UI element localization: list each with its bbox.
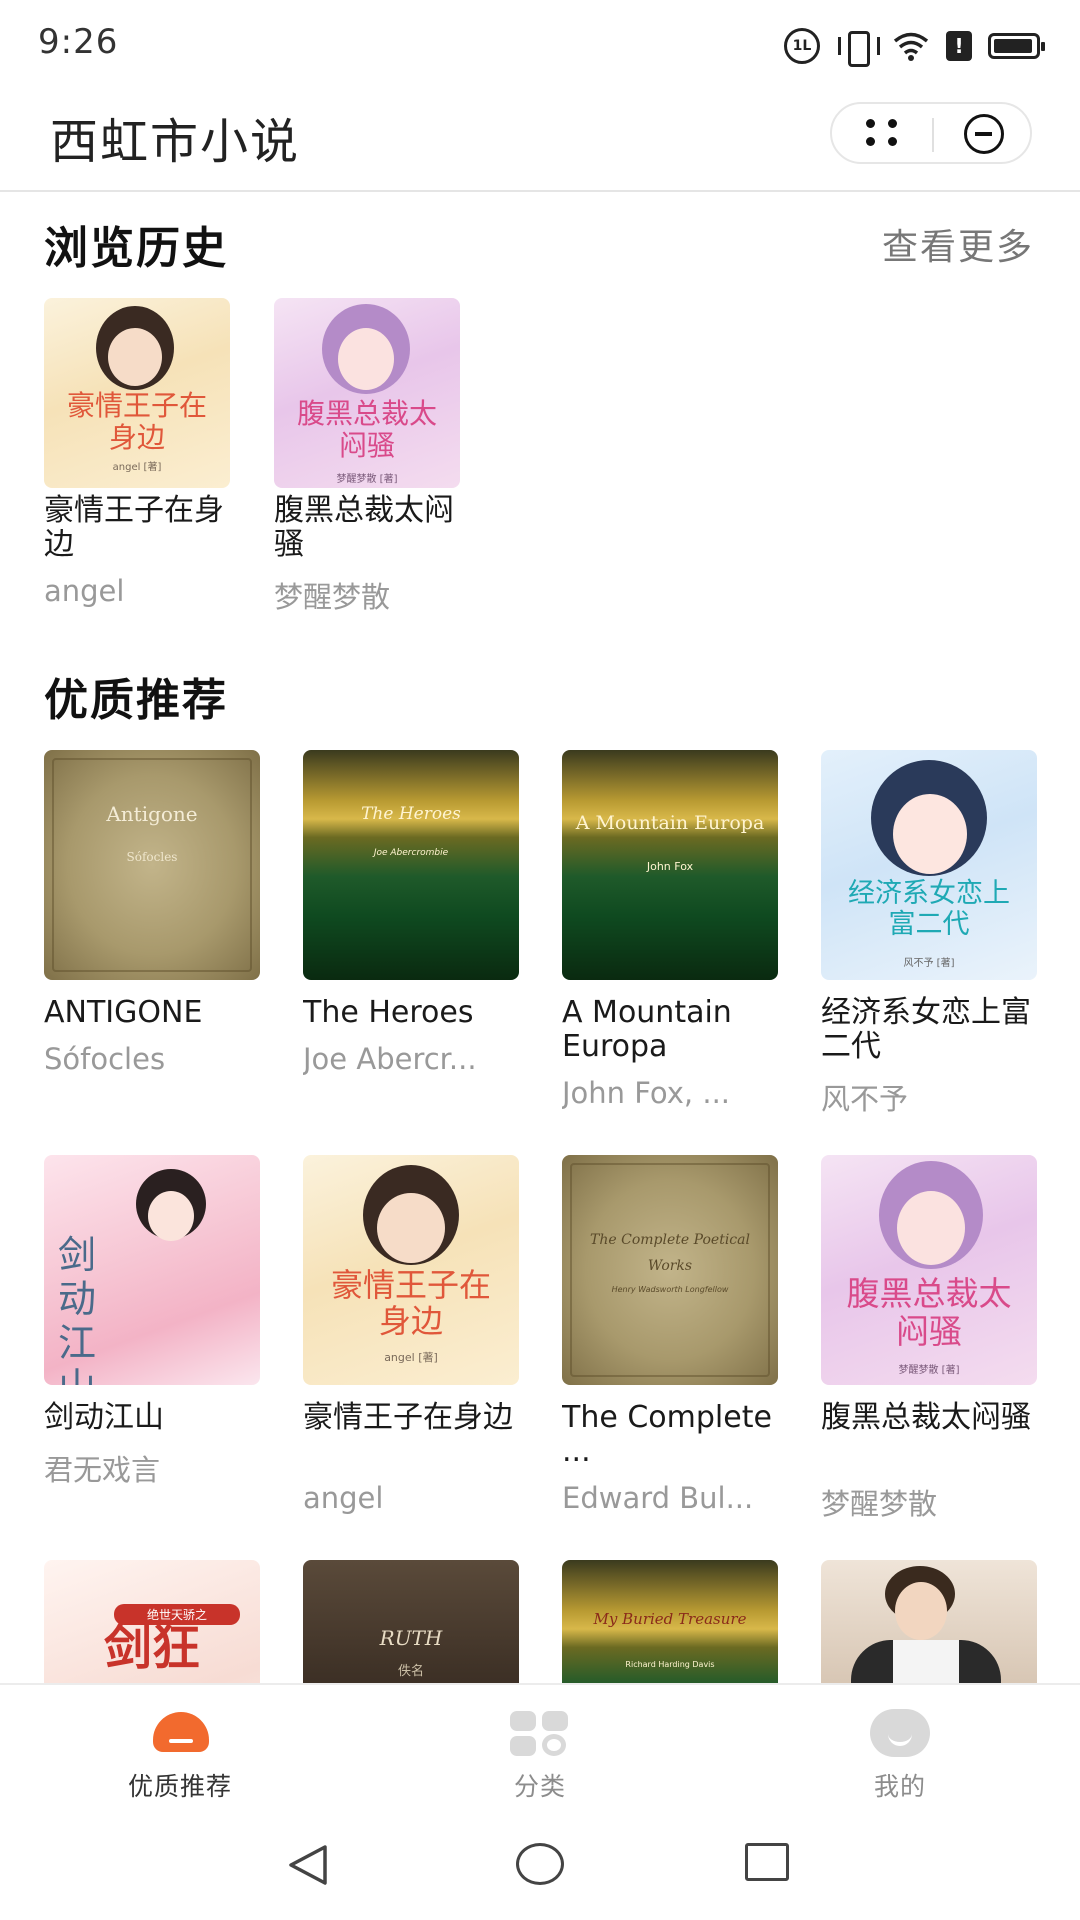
bottom-tab-bar: 优质推荐 分类 我的 — [0, 1683, 1080, 1813]
recommend-book-card[interactable]: Antigone Sófocles ANTIGONE Sófocles — [44, 750, 260, 1120]
book-title: 经济系女恋上富二代 — [821, 996, 1031, 1064]
alert-icon: ! — [946, 31, 972, 61]
book-cover — [821, 1560, 1037, 1683]
book-title: The Complete ... — [562, 1401, 772, 1469]
book-cover: A Mountain Europa John Fox — [562, 750, 778, 980]
book-title: 豪情王子在身边 — [303, 1401, 513, 1435]
book-author: 君无戏言 — [44, 1453, 161, 1487]
book-author: 梦醒梦散 — [821, 1487, 938, 1521]
tab-label: 我的 — [873, 1772, 926, 1801]
book-author: angel — [44, 574, 125, 608]
book-cover: 经济系女恋上富二代 风不予 [著] — [821, 750, 1037, 980]
history-section-title: 浏览历史 — [44, 223, 228, 274]
book-cover: RUTH 佚名 — [303, 1560, 519, 1683]
history-book-card[interactable]: 豪情王子在身边 angel [著] 豪情王子在身边 angel — [44, 298, 230, 608]
home-circle-icon[interactable] — [516, 1843, 564, 1885]
recommend-book-card[interactable]: 绝世天骄之 剑狂 — [44, 1560, 260, 1683]
book-author: Sófocles — [44, 1042, 166, 1076]
tab-category[interactable]: 分类 — [360, 1685, 720, 1815]
app-title: 西虹市小说 — [50, 114, 301, 170]
recommend-book-card[interactable]: The Heroes Joe Abercrombie The Heroes Jo… — [303, 750, 519, 1120]
book-title: A Mountain Europa — [562, 996, 732, 1064]
book-cover: Antigone Sófocles — [44, 750, 260, 980]
book-cover: The Heroes Joe Abercrombie — [303, 750, 519, 980]
wifi-icon — [892, 31, 930, 61]
book-author: 风不予 — [821, 1082, 909, 1116]
back-icon[interactable] — [285, 1843, 329, 1887]
recommend-book-card[interactable]: RUTH 佚名 — [303, 1560, 519, 1683]
nav-header: 西虹市小说 — [0, 92, 1080, 192]
app-screen: 9:26 1L ! 西虹市小说 浏览历史 查看更多 豪情王子在身边 angel … — [0, 0, 1080, 1920]
book-cover: My Buried Treasure Richard Harding Davis — [562, 1560, 778, 1683]
recommend-book-card[interactable]: 剑动江山 剑动江山 君无戏言 — [44, 1155, 260, 1525]
status-time: 9:26 — [38, 22, 119, 62]
book-cover: 豪情王子在身边 angel [著] — [303, 1155, 519, 1385]
more-dots-icon[interactable] — [832, 104, 932, 162]
recommend-book-card[interactable]: The Complete Poetical Works Henry Wadswo… — [562, 1155, 778, 1525]
book-cover: 绝世天骄之 剑狂 — [44, 1560, 260, 1683]
recommend-book-card[interactable]: 腹黑总裁太闷骚 梦醒梦散 [著] 腹黑总裁太闷骚 梦醒梦散 — [821, 1155, 1037, 1525]
recommend-book-card[interactable]: 豪情王子在身边 angel [著] 豪情王子在身边 angel — [303, 1155, 519, 1525]
recommend-book-card[interactable]: 经济系女恋上富二代 风不予 [著] 经济系女恋上富二代 风不予 — [821, 750, 1037, 1120]
category-tab-icon — [510, 1711, 570, 1757]
recommend-book-card[interactable]: My Buried Treasure Richard Harding Davis — [562, 1560, 778, 1683]
history-book-card[interactable]: 腹黑总裁太闷骚 梦醒梦散 [著] 腹黑总裁太闷骚 梦醒梦散 — [274, 298, 460, 614]
recommend-section-title: 优质推荐 — [44, 675, 228, 726]
sim-icon: 1L — [784, 28, 820, 64]
book-author: John Fox, ... — [562, 1076, 731, 1110]
book-cover: 豪情王子在身边 angel [著] — [44, 298, 230, 488]
book-cover: 剑动江山 — [44, 1155, 260, 1385]
tab-profile[interactable]: 我的 — [720, 1685, 1080, 1815]
book-author: angel — [303, 1481, 384, 1515]
book-title: 豪情王子在身边 — [44, 494, 224, 562]
status-bar: 9:26 1L ! — [0, 0, 1080, 92]
book-cover: The Complete Poetical Works Henry Wadswo… — [562, 1155, 778, 1385]
tab-label: 分类 — [513, 1772, 566, 1801]
vibrate-icon — [836, 31, 880, 67]
recommend-book-card[interactable] — [821, 1560, 1037, 1683]
status-icons: 1L ! — [784, 28, 1045, 67]
book-author: Edward Bul... — [562, 1481, 754, 1515]
battery-icon — [988, 33, 1045, 59]
recent-apps-icon[interactable] — [745, 1843, 789, 1881]
home-tab-icon — [153, 1712, 209, 1752]
system-nav-bar — [0, 1813, 1080, 1920]
close-circle-icon[interactable] — [934, 104, 1032, 162]
tab-label: 优质推荐 — [127, 1772, 232, 1801]
mini-program-capsule — [830, 102, 1032, 164]
view-more-link[interactable]: 查看更多 — [882, 218, 1034, 270]
book-cover: 腹黑总裁太闷骚 梦醒梦散 [著] — [821, 1155, 1037, 1385]
tab-recommend[interactable]: 优质推荐 — [0, 1685, 360, 1815]
book-author: Joe Abercr... — [303, 1042, 477, 1076]
recommend-book-card[interactable]: A Mountain Europa John Fox A Mountain Eu… — [562, 750, 778, 1120]
book-author: 梦醒梦散 — [274, 580, 391, 614]
book-title: 腹黑总裁太闷骚 — [274, 494, 454, 562]
profile-tab-icon — [870, 1709, 930, 1757]
book-title: 腹黑总裁太闷骚 — [821, 1401, 1031, 1435]
book-cover: 腹黑总裁太闷骚 梦醒梦散 [著] — [274, 298, 460, 488]
